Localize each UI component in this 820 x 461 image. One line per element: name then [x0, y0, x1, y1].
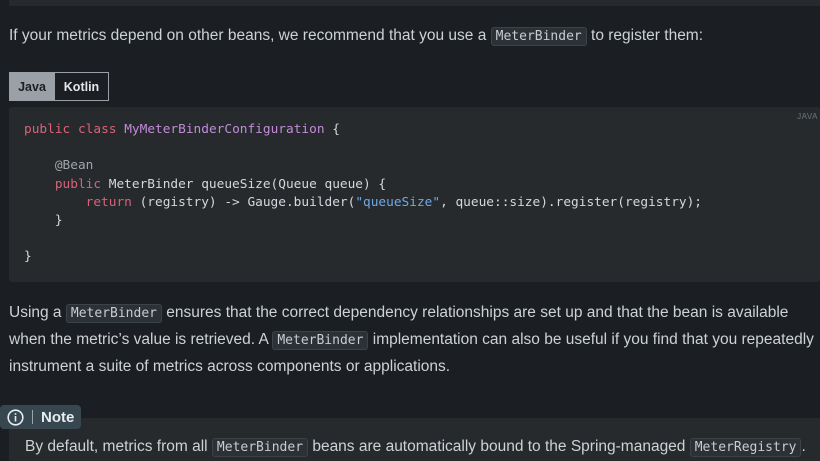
inline-code-meterregistry: MeterRegistry [689, 438, 802, 457]
info-circle-icon [7, 408, 24, 426]
note-text: By default, metrics from all MeterBinder… [25, 438, 806, 457]
intro-paragraph: If your metrics depend on other beans, w… [9, 27, 704, 46]
code-block: JAVA public class MyMeterBinderConfigura… [9, 107, 820, 282]
inline-code-meterbinder: MeterBinder [272, 331, 369, 350]
note-badge: Note [0, 405, 82, 429]
code-content: public class MyMeterBinderConfiguration … [24, 122, 703, 265]
inline-code-meterbinder: MeterBinder [65, 304, 162, 323]
language-tabs: Java Kotlin [9, 72, 109, 101]
tab-kotlin[interactable]: Kotlin [55, 72, 109, 101]
previous-block-edge [9, 0, 820, 6]
meterbinder-explanation: Using a MeterBinder ensures that the cor… [9, 304, 814, 375]
inline-code-meterbinder: MeterBinder [211, 438, 309, 457]
inline-code-meterbinder: MeterBinder [490, 27, 587, 46]
badge-separator [32, 410, 33, 424]
note-title: Note [41, 408, 75, 426]
code-language-tag: JAVA [797, 112, 818, 121]
tab-java[interactable]: Java [9, 72, 55, 101]
